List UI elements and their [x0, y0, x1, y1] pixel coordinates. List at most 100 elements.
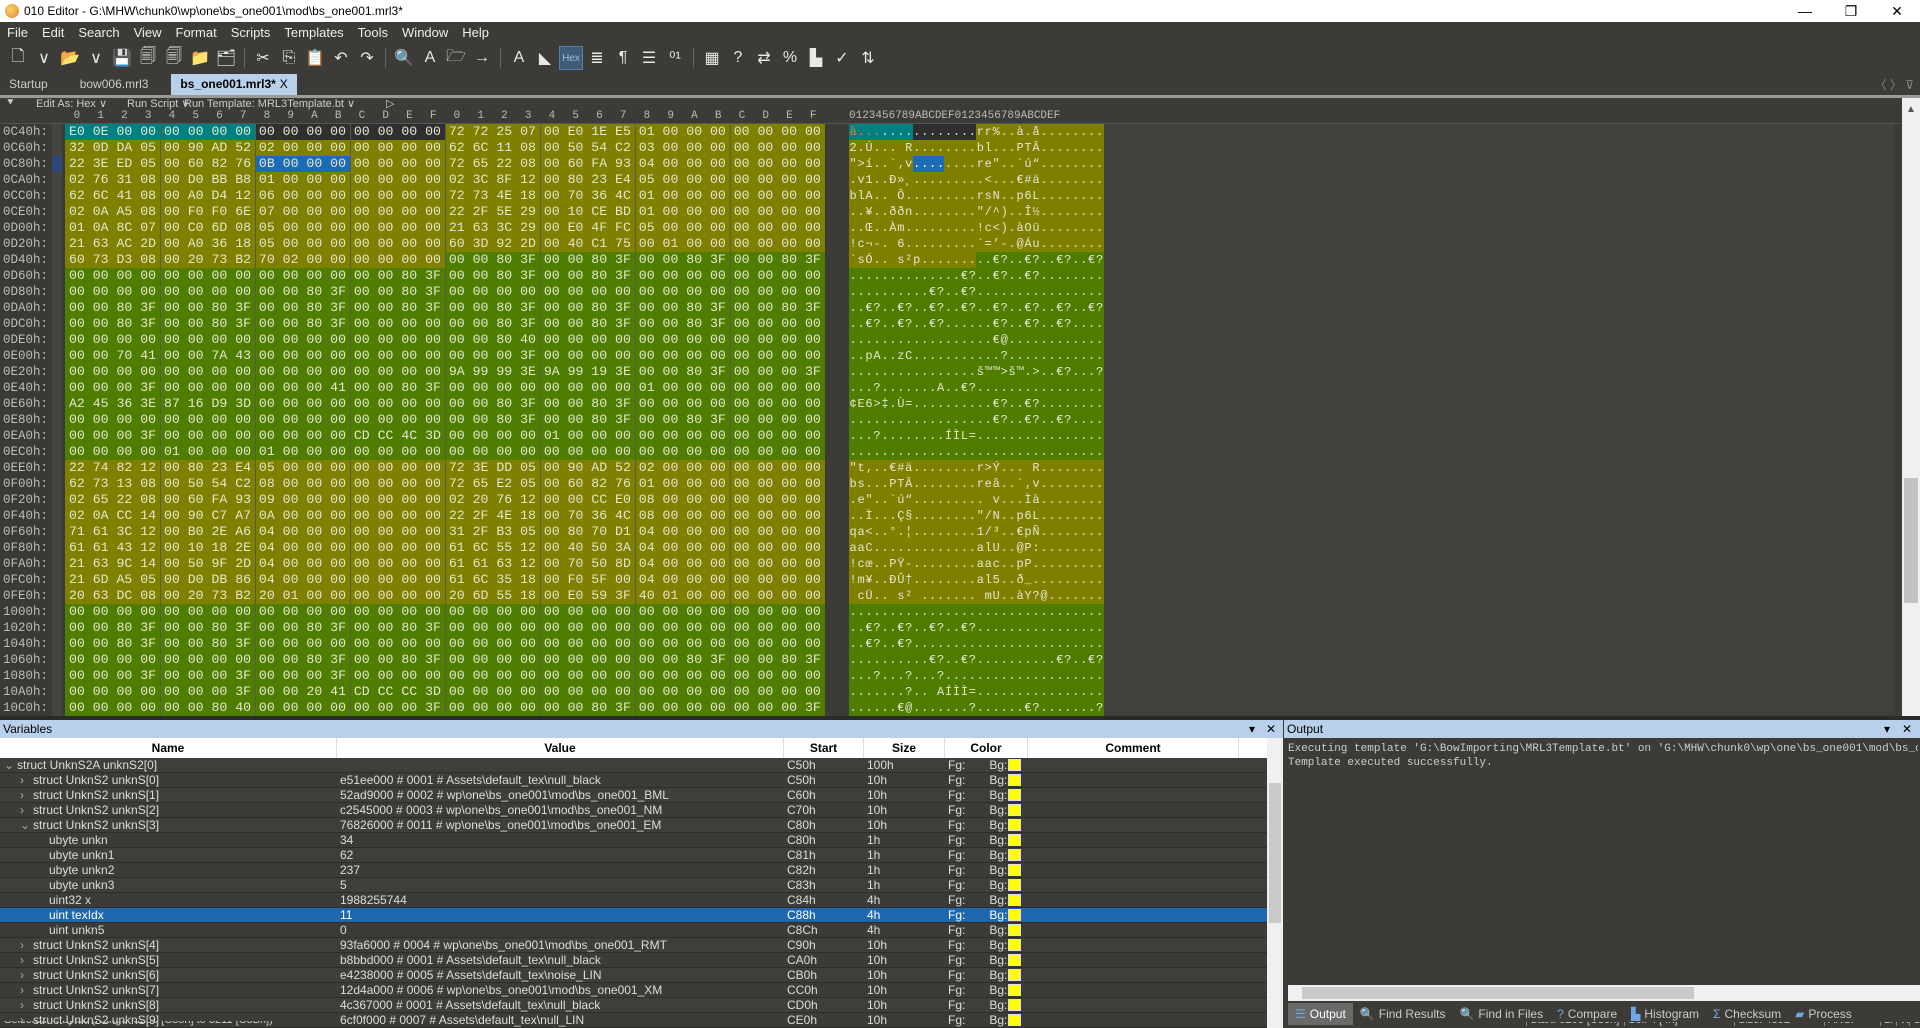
hex-bytes[interactable]: A2 45 36 3E 87 16 D9 3D 00 00 00 00 00 0… — [69, 396, 821, 412]
hex-row[interactable]: 0D20h:! c ¬ -. 6......... ` =’ -. @ Áu........ 21… — [0, 236, 1902, 252]
hex-row[interactable]: 1080h:...?...?...?.................... 00… — [0, 668, 1902, 684]
percent-button[interactable]: % — [778, 46, 802, 70]
hex-bytes[interactable]: 00 00 00 3F 00 00 00 00 00 00 00 00 CD C… — [69, 428, 821, 444]
hex-bytes[interactable]: 22 3E ED 05 00 60 82 76 0B 00 00 00 00 0… — [69, 156, 821, 172]
hex-bytes[interactable]: 00 00 00 00 00 00 00 00 00 00 80 3F 00 0… — [69, 652, 821, 668]
variable-color[interactable]: Fg: Bg: — [945, 758, 1028, 773]
variable-value[interactable]: 34 — [337, 833, 784, 848]
close-button[interactable]: ✕ — [1874, 0, 1920, 22]
hex-bytes[interactable]: 00 00 00 00 00 00 80 40 00 00 00 00 00 0… — [69, 700, 821, 716]
bg-color-swatch[interactable] — [1008, 759, 1022, 771]
column-header-color[interactable]: Color — [945, 738, 1028, 758]
new-file-button[interactable]: 🗋 — [6, 46, 30, 70]
variable-color[interactable]: Fg: Bg: — [945, 818, 1028, 833]
hex-row[interactable]: 1060h:.......... €?.. €?.......... €?.. €? 00… — [0, 652, 1902, 668]
hex-bytes[interactable]: 00 00 00 00 00 00 00 00 00 00 00 00 00 0… — [69, 332, 821, 348]
variable-value[interactable]: 11 — [337, 908, 784, 923]
variable-color[interactable]: Fg: Bg: — [945, 848, 1028, 863]
hex-row[interactable]: 0FA0h:! c œ.. P Ÿ -........ a a c.. p P......... 21… — [0, 556, 1902, 572]
hex-mode-button[interactable]: Hex — [559, 46, 583, 70]
bg-color-swatch[interactable] — [1008, 984, 1022, 996]
save-as-button[interactable]: 🗐 — [136, 46, 160, 70]
inspector-button[interactable]: ? — [726, 46, 750, 70]
ascii-char[interactable]: . — [1095, 428, 1104, 444]
hex-row[interactable]: 0F40h:.. Ì... Ç §........ " / N.. p 6 L........ 02… — [0, 508, 1902, 524]
hex-bytes[interactable]: 32 0D DA 05 00 90 AD 52 02 00 00 00 00 0… — [69, 140, 821, 156]
hex-row[interactable]: 0D40h: ` s Ó.. s ² p......... €?.. €?.. €?.. €? 60… — [0, 252, 1902, 268]
ascii-char[interactable]: . — [1095, 508, 1104, 524]
variable-color[interactable]: Fg: Bg: — [945, 908, 1028, 923]
hex-bytes[interactable]: E0 0E 00 00 00 00 00 00 00 00 00 00 00 0… — [69, 124, 821, 140]
ascii-char[interactable]: . — [1095, 348, 1104, 364]
variable-row[interactable]: uint texIdx 11 C88h 4h Fg: Bg: — [0, 908, 1267, 923]
hex-row[interactable]: 0EC0h:................................ 00… — [0, 444, 1902, 460]
variable-value[interactable]: 93fa6000 # 0004 # wp\one\bs_one001\mod\b… — [337, 938, 784, 953]
hex-bytes[interactable]: 02 0A A5 08 00 F0 F0 6E 07 00 00 00 00 0… — [69, 204, 821, 220]
hex-row[interactable]: 0E60h: ¢ E 6 > ‡. Ù =.......... €?.. €?........ A2… — [0, 396, 1902, 412]
ascii-char[interactable]: . — [1095, 524, 1104, 540]
variable-color[interactable]: Fg: Bg: — [945, 893, 1028, 908]
ascii-char[interactable]: . — [1095, 380, 1104, 396]
hex-row[interactable]: 0EE0h:"t‚..€#ä........r>Ý...­R........22… — [0, 460, 1902, 476]
variable-row[interactable]: › struct UnknS2 unknS[6] e4238000 # 0005 … — [0, 968, 1267, 983]
ascii-char[interactable]: . — [1095, 492, 1104, 508]
hex-bytes[interactable]: 62 6C 41 08 00 A0 D4 12 06 00 00 00 00 0… — [69, 188, 821, 204]
variable-row[interactable]: › struct UnknS2 unknS[8] 4c367000 # 0001 … — [0, 998, 1267, 1013]
variable-value[interactable] — [337, 758, 784, 773]
bg-color-swatch[interactable] — [1008, 864, 1022, 876]
ascii-char[interactable]: . — [1095, 220, 1104, 236]
menu-help[interactable]: Help — [455, 22, 496, 41]
scroll-up-icon[interactable]: ▲ — [1902, 104, 1920, 115]
bg-color-swatch[interactable] — [1008, 969, 1022, 981]
hex-bytes[interactable]: 21 63 AC 2D 00 A0 36 18 05 00 00 00 00 0… — [69, 236, 821, 252]
hex-row[interactable]: 0E80h:.................. €?.. €?.. €?.... 00… — [0, 412, 1902, 428]
hex-row[interactable]: 0E00h:.. p A.. z C...........?............ 00… — [0, 348, 1902, 364]
hex-bytes[interactable]: 62 73 13 08 00 50 54 C2 08 00 00 00 00 0… — [69, 476, 821, 492]
hex-row[interactable]: 0E20h:................ š ™ ™ > š ™. >.. €?...? 00… — [0, 364, 1902, 380]
ascii-char[interactable]: . — [1095, 540, 1104, 556]
variable-value[interactable]: b8bbd000 # 0001 # Assets\default_tex\nul… — [337, 953, 784, 968]
variable-color[interactable]: Fg: Bg: — [945, 983, 1028, 998]
hex-bytes[interactable]: 00 00 00 00 00 00 00 00 00 00 00 00 00 0… — [69, 604, 821, 620]
hex-bytes[interactable]: 01 0A 8C 07 00 C0 6D 08 05 00 00 00 00 0… — [69, 220, 821, 236]
variable-color[interactable]: Fg: Bg: — [945, 953, 1028, 968]
paste-button[interactable]: 📋 — [303, 46, 327, 70]
new-dropdown-button[interactable]: ∨ — [32, 46, 56, 70]
base-converter-button[interactable]: ⇅ — [856, 46, 880, 70]
hex-bytes[interactable]: 61 61 43 12 00 10 18 2E 04 00 00 00 00 0… — [69, 540, 821, 556]
variable-color[interactable]: Fg: Bg: — [945, 878, 1028, 893]
chevron-down-icon[interactable]: ⌄ — [20, 818, 33, 833]
column-header-value[interactable]: Value — [337, 738, 784, 758]
hex-bytes[interactable]: 00 00 00 00 00 00 00 00 00 00 00 00 00 0… — [69, 364, 821, 380]
run-template-dropdown[interactable]: Run Template: MRL3Template.bt ∨ — [184, 97, 355, 110]
ascii-char[interactable]: . — [1095, 620, 1104, 636]
ascii-char[interactable]: . — [1095, 204, 1104, 220]
panel-close-icon[interactable]: ✕ — [1902, 720, 1912, 738]
menu-view[interactable]: View — [127, 22, 169, 41]
ascii-char[interactable]: . — [1095, 460, 1104, 476]
bg-color-swatch[interactable] — [1008, 909, 1022, 921]
variable-row[interactable]: ubyte unkn1 62 C81h 1h Fg: Bg: — [0, 848, 1267, 863]
cut-button[interactable]: ✂ — [251, 46, 275, 70]
variable-color[interactable]: Fg: Bg: — [945, 998, 1028, 1013]
save-all-button[interactable]: 🗐 — [162, 46, 186, 70]
variable-row[interactable]: ubyte unkn3 5 C83h 1h Fg: Bg: — [0, 878, 1267, 893]
column-header-start[interactable]: Start — [784, 738, 864, 758]
ascii-char[interactable]: . — [1095, 588, 1104, 604]
hex-bytes[interactable]: 00 00 00 00 00 00 00 3F 00 00 20 41 CD C… — [69, 684, 821, 700]
ascii-char[interactable]: . — [1095, 124, 1104, 140]
hex-row[interactable]: 0CA0h:. v 1.. Ð» ¸......... <... € # ä........ 02… — [0, 172, 1902, 188]
ascii-char[interactable]: . — [1095, 172, 1104, 188]
variables-scrollbar[interactable] — [1267, 738, 1283, 1028]
bg-color-swatch[interactable] — [1008, 834, 1022, 846]
highlight-button[interactable]: ◣ — [533, 46, 557, 70]
chevron-right-icon[interactable]: › — [20, 953, 33, 968]
bg-color-swatch[interactable] — [1008, 804, 1022, 816]
menu-templates[interactable]: Templates — [277, 22, 350, 41]
collapse-toggle-icon[interactable]: ⯆ — [6, 97, 15, 110]
column-header-comment[interactable]: Comment — [1028, 738, 1239, 758]
hex-editor-view[interactable]: 0C40h: à............... r r%.. à. å........ E0… — [0, 124, 1902, 716]
hex-row[interactable]: 0CC0h: b l A.. Ô......... r s N.. p 6 L........ 62… — [0, 188, 1902, 204]
ascii-char[interactable]: ? — [1095, 700, 1104, 716]
copy-button[interactable]: ⎘ — [277, 46, 301, 70]
